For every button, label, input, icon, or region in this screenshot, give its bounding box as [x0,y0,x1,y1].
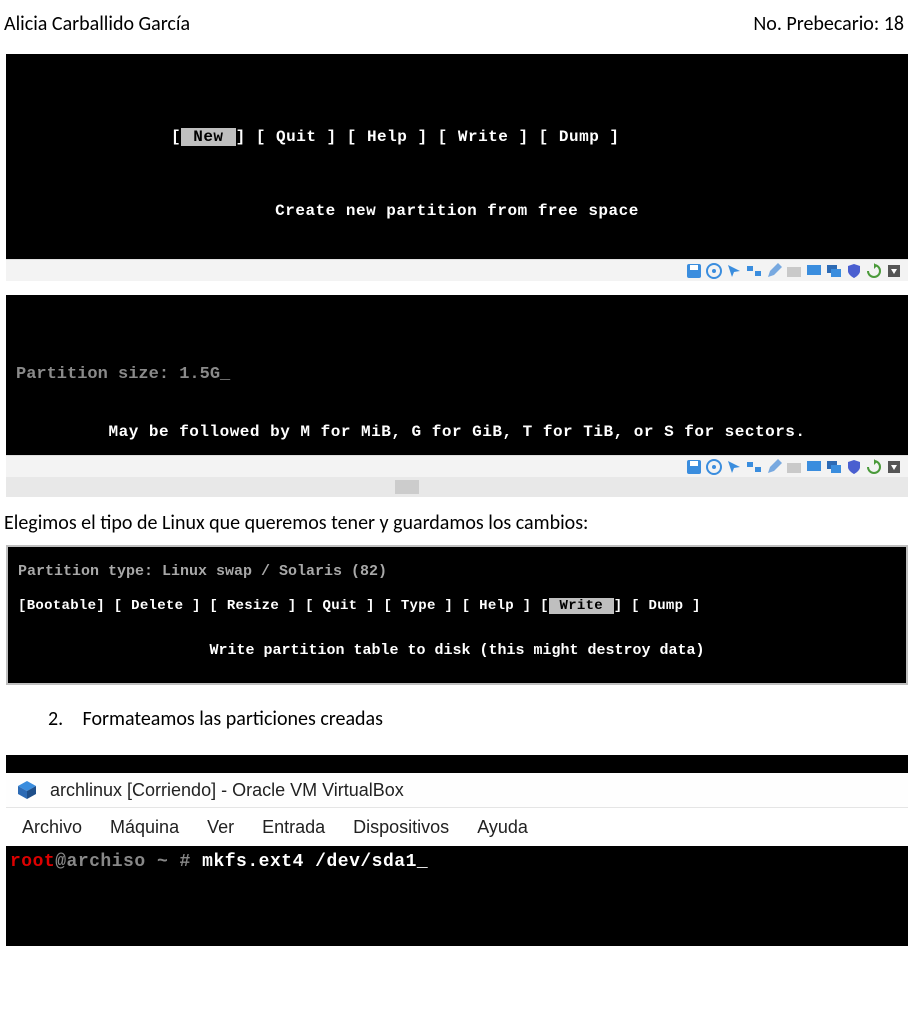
folder-icon[interactable] [786,459,802,475]
text-cursor: _ [417,852,428,872]
partition-size-hint: May be followed by M for MiB, G for GiB,… [6,423,908,441]
pen-icon[interactable] [766,263,782,279]
menu-write-selected[interactable]: Write [549,598,614,614]
vm-status-bar [6,259,908,281]
prompt-user: root [10,852,55,872]
partition-type-line: Partition type: Linux swap / Solaris (82… [18,563,896,580]
prompt-hash: # [180,852,203,872]
pen-icon[interactable] [766,459,782,475]
disc-icon[interactable] [706,263,722,279]
paragraph-choose-linux-type: Elegimos el tipo de Linux que queremos t… [4,511,910,535]
menu-new-bracket-l: [ [171,128,181,146]
terminal-command: mkfs.ext4 /dev/sda1 [202,852,417,872]
prebecario-number: No. Prebecario: 18 [753,12,904,36]
screen-icon[interactable] [806,459,822,475]
disc-icon[interactable] [706,459,722,475]
menu-items-left[interactable]: [Bootable] [ Delete ] [ Resize ] [ Quit … [18,598,540,614]
virtualbox-window-screenshot: archlinux [Corriendo] - Oracle VM Virtua… [6,755,908,946]
cfdisk-menu-row: [ New ] [ Quit ] [ Help ] [ Write ] [ Du… [171,128,620,146]
menu-dispositivos[interactable]: Dispositivos [353,817,449,838]
menu-icon[interactable] [886,263,902,279]
strip-icon [495,480,519,494]
menu-archivo[interactable]: Archivo [22,817,82,838]
shield-icon[interactable] [846,459,862,475]
prompt-tilde: ~ [157,852,180,872]
menu-write-bracket-l: [ [540,598,549,614]
window-titlebar: archlinux [Corriendo] - Oracle VM Virtua… [6,773,908,808]
screen2-icon[interactable] [826,459,842,475]
screen2-icon[interactable] [826,263,842,279]
author-name: Alicia Carballido García [4,12,190,36]
menu-ver[interactable]: Ver [207,817,234,838]
refresh-icon[interactable] [866,459,882,475]
text-cursor: _ [220,365,230,384]
net-icon[interactable] [746,459,762,475]
cfdisk-caption: Create new partition from free space [6,202,908,220]
window-menubar: Archivo Máquina Ver Entrada Dispositivos… [6,808,908,846]
menu-new-selected[interactable]: New [181,128,236,146]
window-title: archlinux [Corriendo] - Oracle VM Virtua… [50,780,404,801]
partition-size-label: Partition size: [16,365,179,384]
partition-size-input[interactable]: 1.5G [179,365,220,384]
vm-cube-icon [16,779,38,801]
step-number: 2. [48,707,78,731]
refresh-icon[interactable] [866,263,882,279]
pointer-icon[interactable] [726,459,742,475]
menu-entrada[interactable]: Entrada [262,817,325,838]
partition-size-prompt: Partition size: 1.5G_ [16,365,230,384]
save-icon[interactable] [686,263,702,279]
net-icon[interactable] [746,263,762,279]
toolbar-strip [6,477,908,497]
strip-icon [445,480,469,494]
cfdisk-menu-row-2: [Bootable] [ Delete ] [ Resize ] [ Quit … [18,598,896,614]
vm-status-bar [6,455,908,477]
save-icon[interactable] [686,459,702,475]
strip-icon [395,480,419,494]
prompt-host: @archiso [55,852,157,872]
step-2-item: 2. Formateamos las particiones creadas [48,707,910,731]
menu-rest-items[interactable]: [ Quit ] [ Help ] [ Write ] [ Dump ] [246,128,620,146]
pointer-icon[interactable] [726,263,742,279]
menu-maquina[interactable]: Máquina [110,817,179,838]
screen-icon[interactable] [806,263,822,279]
write-caption: Write partition table to disk (this migh… [18,642,896,659]
page-header: Alicia Carballido García No. Prebecario:… [0,0,914,54]
shield-icon[interactable] [846,263,862,279]
folder-icon[interactable] [786,263,802,279]
menu-icon[interactable] [886,459,902,475]
partition-type-screenshot: Partition type: Linux swap / Solaris (82… [6,545,908,685]
partition-size-screenshot: Partition size: 1.5G_ May be followed by… [6,295,908,477]
step-text: Formateamos las particiones creadas [83,707,383,731]
cfdisk-new-screenshot: [ New ] [ Quit ] [ Help ] [ Write ] [ Du… [6,54,908,281]
menu-ayuda[interactable]: Ayuda [477,817,528,838]
terminal-command-line[interactable]: root@archiso ~ # mkfs.ext4 /dev/sda1_ [6,846,908,878]
menu-items-right[interactable]: [ Dump ] [622,598,700,614]
menu-new-bracket-r: ] [236,128,246,146]
